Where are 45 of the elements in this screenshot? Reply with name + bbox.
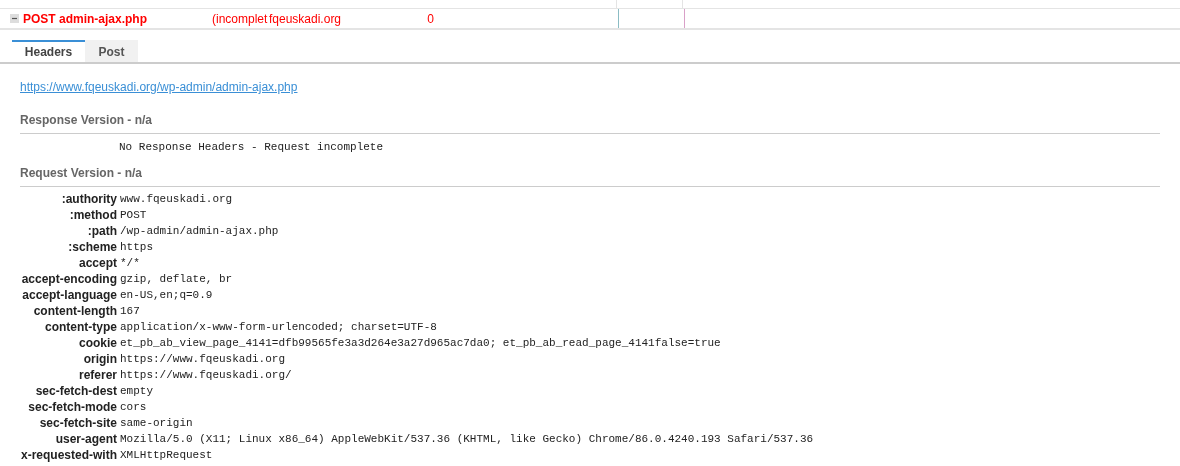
header-value: Mozilla/5.0 (X11; Linux x86_64) AppleWebKit/537.36 (KHTML, like Gecko) Chrome/86.0.4240.193 Safari/537.36	[120, 431, 814, 447]
request-status: (incomplet	[212, 10, 267, 28]
header-name: accept-encoding	[20, 271, 117, 288]
header-name: :path	[86, 223, 117, 240]
header-name: accept	[77, 255, 117, 272]
request-name: POST admin-ajax.php	[23, 10, 149, 28]
request-domain: fqeuskadi.org	[269, 10, 343, 28]
header-name: cookie	[78, 335, 117, 352]
header-value: www.fqeuskadi.org	[120, 191, 233, 207]
header-value: XMLHttpRequest	[120, 447, 213, 463]
header-name: :authority	[60, 191, 117, 208]
header-value: cors	[120, 399, 147, 415]
header-value: et_pb_ab_view_page_4141=dfb99565fe3a3d264e3a27d965ac7da0; et_pb_ab_read_page_4141false=true	[120, 335, 721, 351]
header-name: origin	[82, 351, 117, 368]
header-value: gzip, deflate, br	[120, 271, 233, 287]
header-name: content-length	[32, 303, 117, 320]
header-value: 167	[120, 303, 140, 319]
header-name: x-requested-with	[20, 447, 117, 464]
header-name: sec-fetch-mode	[27, 399, 117, 416]
header-value: POST	[120, 207, 147, 223]
header-value: https://www.fqeuskadi.org	[120, 351, 286, 367]
header-value: empty	[120, 383, 153, 399]
header-value: /wp-admin/admin-ajax.php	[120, 223, 279, 239]
request-url-link[interactable]: https://www.fqeuskadi.org/wp-admin/admin-ajax.php	[20, 80, 298, 94]
header-value: en-US,en;q=0.9	[120, 287, 213, 303]
section-heading: Request Version - n/a	[20, 164, 1160, 187]
header-name: accept-language	[21, 287, 117, 304]
header-name: :method	[68, 207, 117, 224]
collapse-toggle[interactable]	[10, 14, 19, 23]
header-name: sec-fetch-dest	[34, 383, 117, 400]
tab[interactable]: Post	[85, 40, 138, 62]
header-name: :scheme	[67, 239, 117, 256]
header-value: */*	[120, 255, 140, 271]
response-message: No Response Headers - Request incomplete	[119, 140, 385, 153]
header-name: referer	[77, 367, 117, 384]
header-value: same-origin	[120, 415, 193, 431]
header-name: sec-fetch-site	[38, 415, 117, 432]
header-value: application/x-www-form-urlencoded; charset=UTF-8	[120, 319, 437, 335]
header-value: https	[120, 239, 153, 255]
section-heading: Response Version - n/a	[20, 111, 1160, 134]
header-name: content-type	[44, 319, 117, 336]
request-size: 0	[426, 10, 434, 28]
header-value: https://www.fqeuskadi.org/	[120, 367, 292, 383]
minus-icon	[11, 15, 18, 22]
header-name: user-agent	[54, 431, 117, 448]
